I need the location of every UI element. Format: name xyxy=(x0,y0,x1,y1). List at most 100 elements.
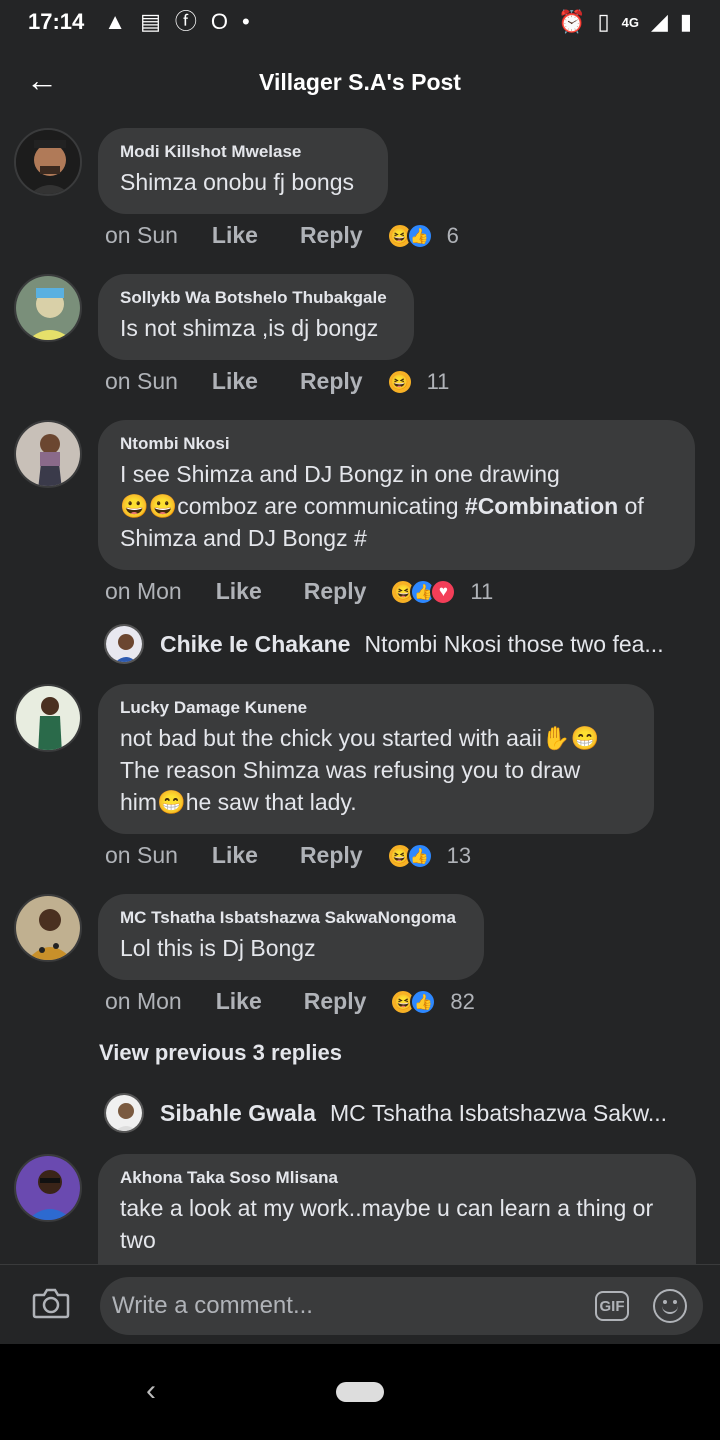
reply-text: MC Tshatha Isbatshazwa Sakw... xyxy=(329,1099,668,1126)
reaction-count: 13 xyxy=(446,842,472,868)
hand-emoji-icon: ✋😁 xyxy=(541,725,600,751)
facebook-icon: ⓕ xyxy=(174,9,197,34)
comment-time[interactable]: on Mon xyxy=(105,988,182,1015)
gif-icon[interactable]: GIF xyxy=(595,1291,629,1321)
comment-time[interactable]: on Sun xyxy=(105,842,178,869)
comment-time[interactable]: on Sun xyxy=(105,368,178,395)
emoji-icon[interactable] xyxy=(653,1289,687,1323)
comment-actions: on Sun Like Reply 😆 👍 13 xyxy=(105,842,471,869)
news-icon: ▤ xyxy=(140,9,161,34)
haha-reaction-icon: 😆 xyxy=(386,368,413,395)
reaction-count: 11 xyxy=(426,368,450,394)
avatar[interactable] xyxy=(14,420,82,488)
reply-author[interactable]: Chike Ie Chakane xyxy=(160,631,350,658)
network-type: 4G xyxy=(621,14,639,30)
comment-composer: Write a comment... GIF xyxy=(0,1264,720,1344)
like-reaction-icon: 👍 xyxy=(406,842,433,869)
comment-line: comboz are communicating xyxy=(177,493,465,519)
reactions[interactable]: 😆 👍 xyxy=(386,842,433,869)
comment-input-placeholder: Write a comment... xyxy=(112,1292,313,1319)
signal-icon: ◢ xyxy=(650,9,668,34)
reactions[interactable]: 😆 👍 xyxy=(390,988,437,1015)
comment-text: Lol this is Dj Bongz xyxy=(120,935,316,961)
grin-emoji-icon: 😀😀 xyxy=(120,493,178,519)
comment-line: The reason Shimza was refusing you to dr… xyxy=(120,757,581,783)
comment-text: take a look at my work..maybe u can lear… xyxy=(120,1195,654,1253)
system-icons: ⏰ ▯ 4G ◢ ▮ xyxy=(558,11,692,33)
avatar[interactable] xyxy=(14,894,82,962)
avatar[interactable] xyxy=(104,624,144,664)
reply-button[interactable]: Reply xyxy=(300,368,363,395)
camera-icon[interactable] xyxy=(32,1287,70,1319)
comment-text: Shimza onobu fj bongs xyxy=(120,169,354,195)
reply-author[interactable]: Sibahle Gwala xyxy=(160,1100,316,1127)
comment-input[interactable]: Write a comment... GIF xyxy=(100,1277,703,1335)
comment-text: Is not shimza ,is dj bongz xyxy=(120,315,379,341)
like-button[interactable]: Like xyxy=(216,578,262,605)
comment-bubble[interactable]: Sollykb Wa Botshelo Thubakgale Is not sh… xyxy=(98,274,414,360)
back-arrow-icon[interactable]: ← xyxy=(26,62,58,99)
nav-back-icon[interactable]: ‹ xyxy=(146,1374,156,1408)
comment-text: I see Shimza and DJ Bongz in one drawing… xyxy=(120,458,673,554)
comment-actions: on Mon Like Reply 😆 👍 82 xyxy=(105,988,475,1015)
comment-line: he saw that lady. xyxy=(185,789,357,815)
reply-button[interactable]: Reply xyxy=(300,842,363,869)
comment-author[interactable]: Ntombi Nkosi xyxy=(120,434,673,454)
alarm-icon: ⏰ xyxy=(558,9,586,34)
battery-icon: ▮ xyxy=(679,9,692,34)
view-previous-replies-link[interactable]: View previous 3 replies xyxy=(99,1040,342,1066)
like-button[interactable]: Like xyxy=(212,368,258,395)
like-button[interactable]: Like xyxy=(216,988,262,1015)
comment-author[interactable]: MC Tshatha Isbatshazwa SakwaNongoma xyxy=(120,908,462,928)
like-reaction-icon: 👍 xyxy=(410,988,437,1015)
comment-bubble[interactable]: MC Tshatha Isbatshazwa SakwaNongoma Lol … xyxy=(98,894,484,980)
status-time: 17:14 xyxy=(28,9,85,34)
comment-line: of xyxy=(618,493,644,519)
comment-line: not bad but the chick you started with a… xyxy=(120,725,542,751)
comment-actions: on Mon Like Reply 😆 👍 ♥ 11 xyxy=(105,578,493,605)
reply-button[interactable]: Reply xyxy=(304,988,367,1015)
comment-time[interactable]: on Mon xyxy=(105,578,182,605)
reactions[interactable]: 😆 👍 ♥ xyxy=(390,578,457,605)
comment-actions: on Sun Like Reply 😆 👍 6 xyxy=(105,222,459,249)
love-reaction-icon: ♥ xyxy=(430,578,457,605)
comment-bubble[interactable]: Akhona Taka Soso Mlisana take a look at … xyxy=(98,1154,696,1270)
comment-author[interactable]: Akhona Taka Soso Mlisana xyxy=(120,1168,674,1188)
avatar[interactable] xyxy=(14,1154,82,1222)
system-nav-bar: ‹ xyxy=(0,1344,720,1440)
reaction-count: 82 xyxy=(450,988,475,1014)
avatar[interactable] xyxy=(14,274,82,342)
reply-button[interactable]: Reply xyxy=(304,578,367,605)
avatar[interactable] xyxy=(104,1093,144,1133)
opera-icon: O xyxy=(210,9,228,34)
home-pill-icon[interactable] xyxy=(336,1382,384,1402)
reactions[interactable]: 😆 👍 xyxy=(386,222,433,249)
comment-author[interactable]: Sollykb Wa Botshelo Thubakgale xyxy=(120,288,392,308)
comment-author[interactable]: Lucky Damage Kunene xyxy=(120,698,632,718)
status-bar: 17:14 ▲ ▤ ⓕ O • ⏰ ▯ 4G ◢ ▮ xyxy=(0,0,720,44)
app-bar: ← Villager S.A's Post xyxy=(0,52,720,112)
hashtag-link[interactable]: #Combination xyxy=(465,493,618,519)
comment-author[interactable]: Modi Killshot Mwelase xyxy=(120,142,366,162)
reply-preview[interactable]: Chike Ie Chakane Ntombi Nkosi those two … xyxy=(104,624,664,664)
like-button[interactable]: Like xyxy=(212,222,258,249)
comment-bubble[interactable]: Lucky Damage Kunene not bad but the chic… xyxy=(98,684,654,834)
comment-line: Shimza and DJ Bongz # xyxy=(120,525,367,551)
warning-icon: ▲ xyxy=(104,9,127,34)
avatar[interactable] xyxy=(14,684,82,752)
reaction-count: 6 xyxy=(446,222,459,248)
vibrate-icon: ▯ xyxy=(597,9,610,34)
reaction-count: 11 xyxy=(470,578,494,604)
comment-bubble[interactable]: Ntombi Nkosi I see Shimza and DJ Bongz i… xyxy=(98,420,695,570)
reply-text: Ntombi Nkosi those two fea... xyxy=(364,630,664,657)
reactions[interactable]: 😆 xyxy=(386,368,413,395)
like-button[interactable]: Like xyxy=(212,842,258,869)
comment-line: I see Shimza and DJ Bongz in one drawing xyxy=(120,461,560,487)
avatar[interactable] xyxy=(14,128,82,196)
reply-preview[interactable]: Sibahle Gwala MC Tshatha Isbatshazwa Sak… xyxy=(104,1093,667,1133)
comment-text: not bad but the chick you started with a… xyxy=(120,722,632,818)
comment-bubble[interactable]: Modi Killshot Mwelase Shimza onobu fj bo… xyxy=(98,128,388,214)
reply-button[interactable]: Reply xyxy=(300,222,363,249)
notification-icons: ▲ ▤ ⓕ O • xyxy=(104,11,249,33)
comment-time[interactable]: on Sun xyxy=(105,222,178,249)
